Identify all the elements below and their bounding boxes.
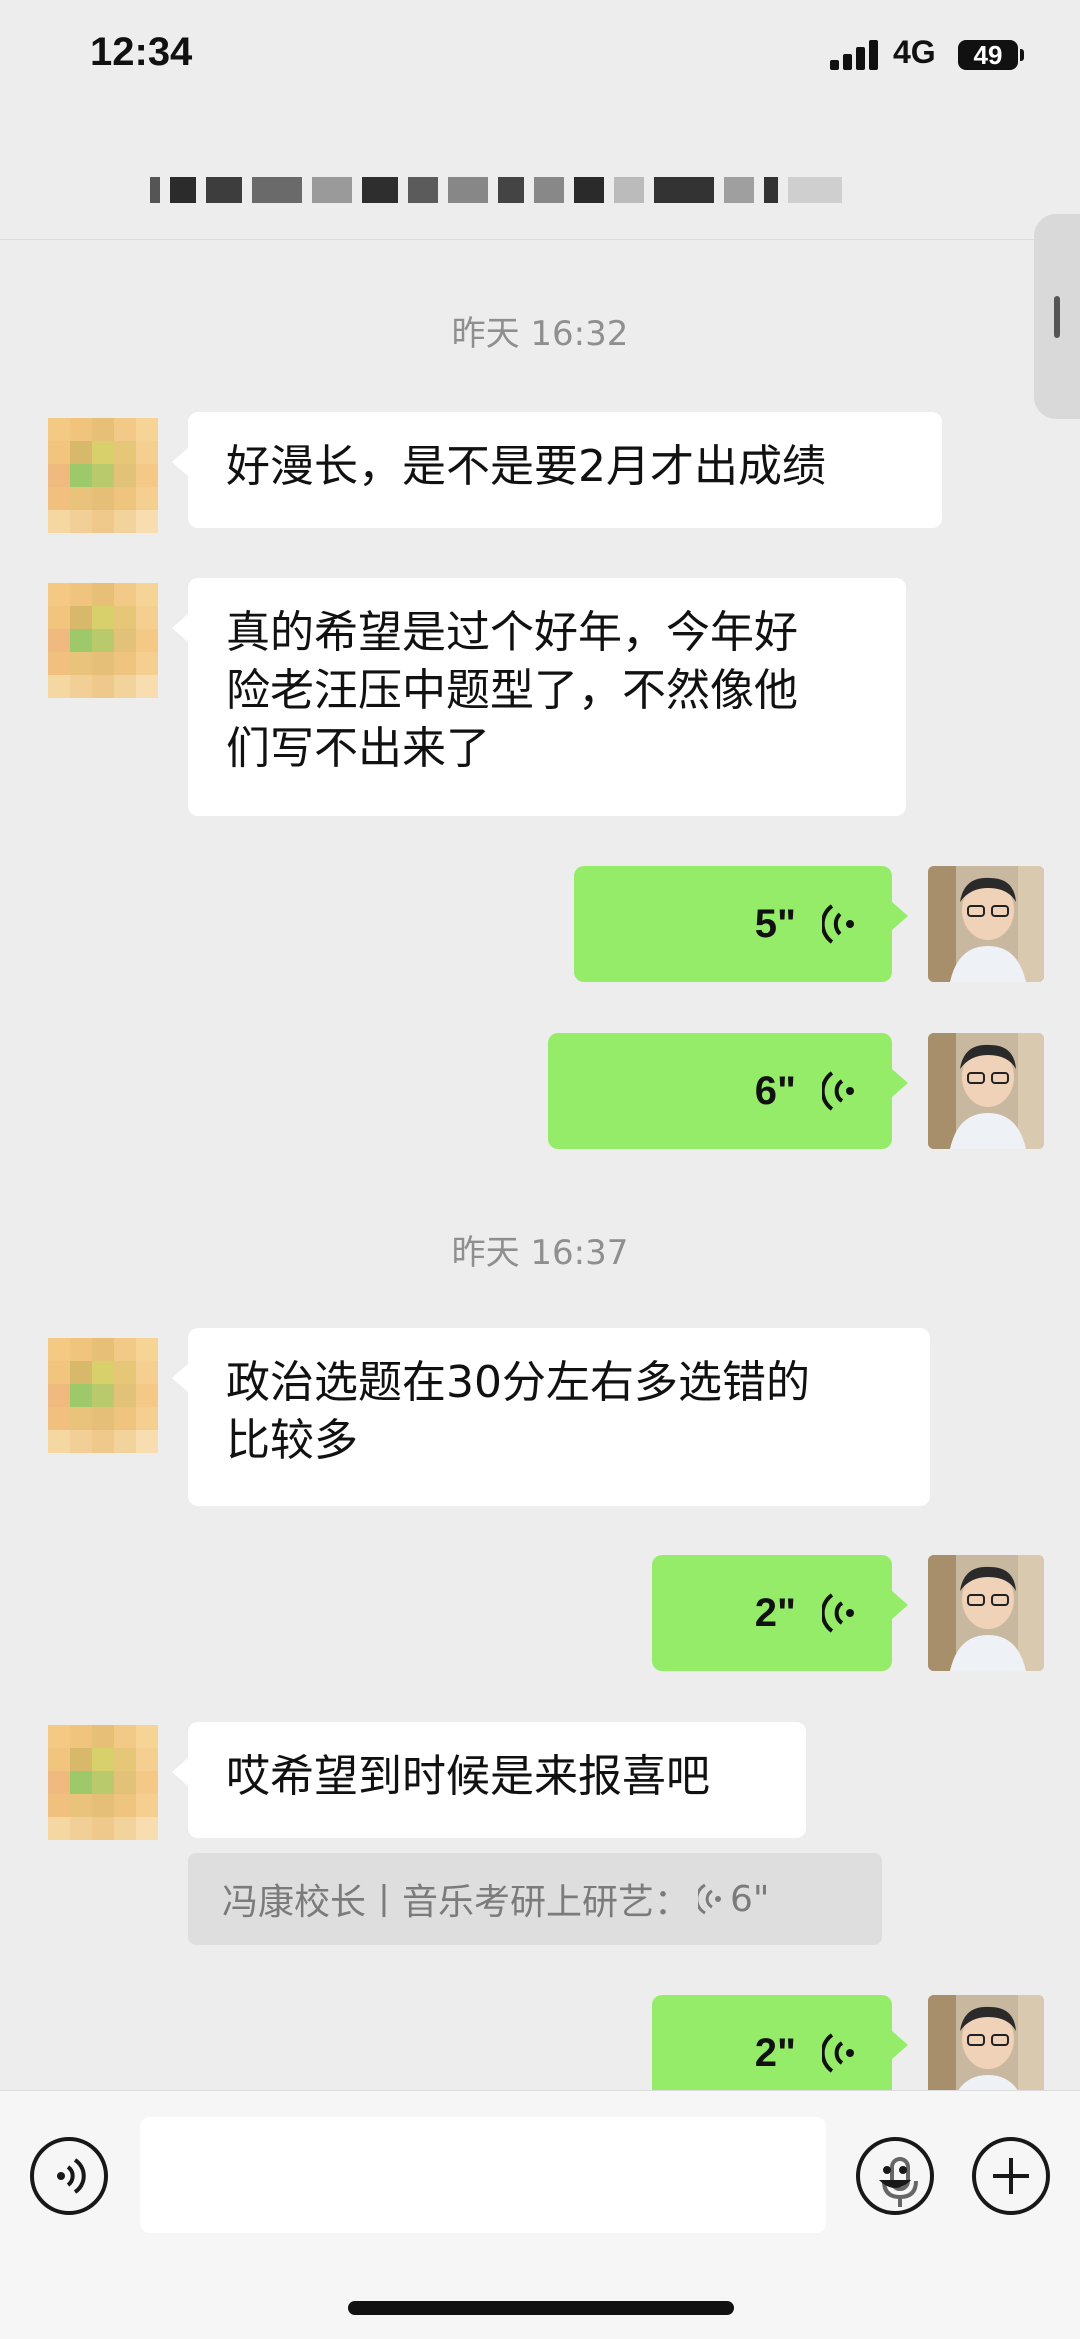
- my-avatar[interactable]: [928, 1555, 1044, 1671]
- chat-title-bar: [0, 120, 1080, 240]
- message-text-line: 真的希望是过个好年，今年好: [226, 607, 798, 658]
- contact-avatar[interactable]: [48, 1338, 158, 1453]
- voice-duration: 6": [754, 1069, 796, 1113]
- plus-icon: [993, 2158, 1029, 2194]
- voice-wave-icon: [822, 904, 854, 944]
- timestamp: 昨天 16:37: [451, 1233, 629, 1273]
- voice-wave-icon: [698, 1883, 722, 1915]
- message-text-line: 们写不出来了: [226, 723, 490, 774]
- voice-mode-icon: [57, 2158, 86, 2194]
- voice-message-sent[interactable]: 6": [548, 1033, 908, 1149]
- contact-avatar[interactable]: [48, 583, 158, 698]
- message-text: 哎希望到时候是来报喜吧: [226, 1751, 710, 1802]
- message-text: 好漫长，是不是要2月才出成绩: [226, 441, 826, 492]
- timestamp: 昨天 16:32: [451, 314, 629, 354]
- more-actions-button[interactable]: [972, 2137, 1050, 2215]
- quoted-message[interactable]: 冯康校长丨音乐考研上研艺： 6": [188, 1853, 882, 1945]
- voice-duration: 2": [754, 2031, 796, 2075]
- voice-message-sent[interactable]: 5": [574, 866, 908, 982]
- message-text-line: 险老汪压中题型了，不然像他: [226, 665, 798, 716]
- voice-duration: 5": [754, 902, 796, 946]
- voice-wave-icon: [822, 1593, 854, 1633]
- person-photo-icon: [928, 1555, 1044, 1671]
- network-type: 4G: [893, 34, 936, 70]
- battery-indicator: 49: [958, 40, 1024, 70]
- signal-icon: [830, 40, 878, 70]
- voice-mode-button[interactable]: [30, 2137, 108, 2215]
- chat-title-redacted[interactable]: [150, 168, 930, 212]
- message-bubble-received[interactable]: 政治选题在30分左右多选错的 比较多: [172, 1328, 930, 1506]
- message-text-line: 比较多: [226, 1415, 358, 1466]
- voice-duration: 2": [754, 1591, 796, 1635]
- message-text-line: 政治选题在30分左右多选错的: [226, 1357, 810, 1408]
- message-bubble-received[interactable]: 真的希望是过个好年，今年好 险老汪压中题型了，不然像他 们写不出来了: [172, 578, 906, 816]
- voice-message-sent[interactable]: 2": [652, 1555, 908, 1671]
- voice-wave-icon: [822, 2033, 854, 2073]
- voice-wave-icon: [822, 1071, 854, 1111]
- status-bar: 12:34 4G 49: [0, 0, 1080, 120]
- status-time: 12:34: [90, 30, 193, 74]
- message-bubble-received[interactable]: 好漫长，是不是要2月才出成绩: [172, 412, 942, 528]
- quoted-duration: 6": [730, 1878, 770, 1920]
- contact-avatar[interactable]: [48, 418, 158, 533]
- person-photo-icon: [928, 866, 1044, 982]
- contact-avatar[interactable]: [48, 1725, 158, 1840]
- home-indicator[interactable]: [348, 2301, 734, 2315]
- person-photo-icon: [928, 1033, 1044, 1149]
- quoted-sender: 冯康校长丨音乐考研上研艺：: [222, 1882, 691, 1923]
- emoji-icon: [879, 2166, 911, 2188]
- emoji-button[interactable]: [856, 2137, 934, 2215]
- my-avatar[interactable]: [928, 1033, 1044, 1149]
- message-input[interactable]: [140, 2117, 918, 2233]
- my-avatar[interactable]: [928, 866, 1044, 982]
- message-bubble-received[interactable]: 哎希望到时候是来报喜吧: [172, 1722, 806, 1838]
